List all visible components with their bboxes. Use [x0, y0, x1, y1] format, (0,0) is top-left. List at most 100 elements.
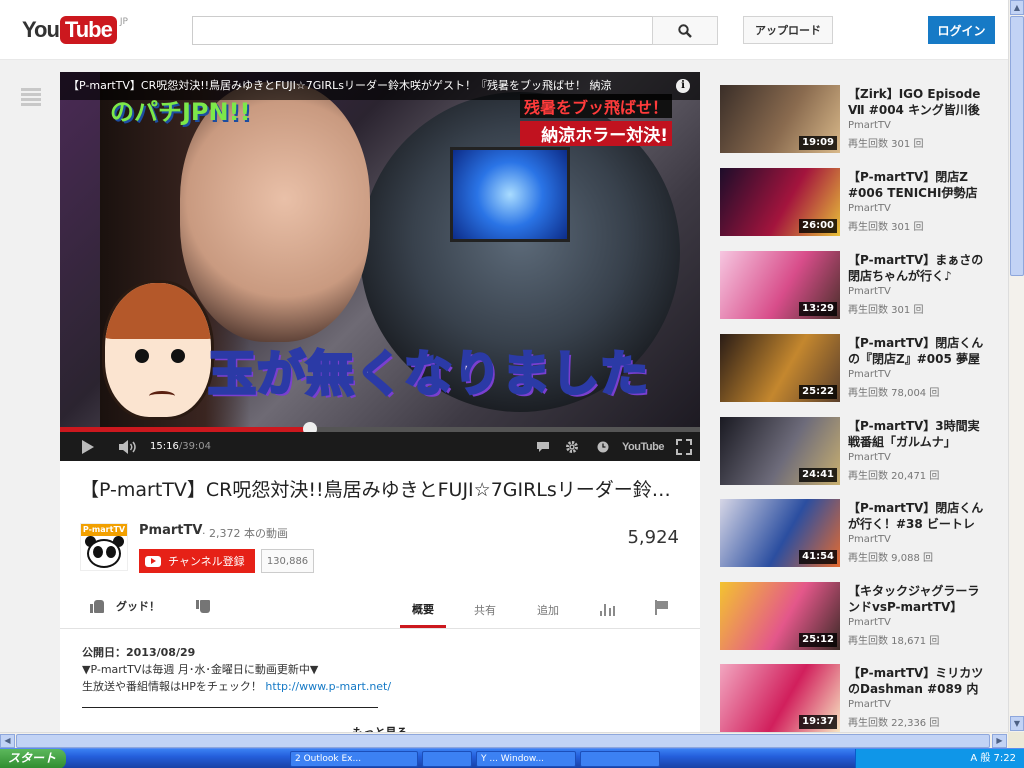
taskbar-item[interactable] — [422, 751, 472, 767]
frame-banner-bottom: 納涼ホラー対決! — [520, 121, 673, 146]
like-button[interactable]: グッド！ — [90, 598, 160, 614]
stats-icon[interactable] — [600, 602, 615, 616]
search-input[interactable] — [192, 16, 653, 45]
player-title-text[interactable]: 【P-martTV】CR呪怨対決!!鳥居みゆきとFUJI☆7GIRLsリーダー鈴… — [68, 79, 612, 92]
login-button[interactable]: ログイン — [928, 16, 995, 44]
related-video-item[interactable]: 24:41 【P-martTV】3時間実戦番組「ガルムナ」 PmartTV 再生… — [720, 417, 1000, 487]
search-icon — [678, 23, 692, 38]
related-thumbnail[interactable]: 41:54 — [720, 499, 840, 567]
related-channel: PmartTV — [848, 203, 891, 214]
related-thumbnail[interactable]: 19:37 — [720, 664, 840, 732]
taskbar-item[interactable]: 2 Outlook Ex... — [290, 751, 418, 767]
channel-video-count[interactable]: · 2,372 本の動画 — [202, 525, 288, 541]
volume-button[interactable] — [116, 432, 140, 461]
related-duration: 13:29 — [799, 302, 837, 316]
related-duration: 26:00 — [799, 219, 837, 233]
youtube-play-icon — [145, 555, 161, 567]
info-icon[interactable]: i — [676, 79, 690, 93]
channel-avatar[interactable]: P-martTV — [80, 523, 128, 571]
player-controls: 15:16 / 39:04 YouTube — [60, 432, 700, 461]
vertical-scrollbar[interactable]: ▲ ▼ — [1008, 0, 1024, 732]
start-button[interactable]: スタート — [0, 749, 66, 768]
current-time: 15:16 — [150, 441, 179, 452]
horizontal-scrollbar[interactable]: ◀ ▶ — [0, 732, 1008, 748]
tab-about[interactable]: 概要 — [400, 592, 446, 628]
related-video-item[interactable]: 19:37 【P-martTV】ミリカツのDashman #089 内 Pmar… — [720, 664, 1000, 734]
thumbs-up-icon — [90, 599, 104, 613]
horizontal-scroll-thumb[interactable] — [16, 734, 990, 748]
watch-later-button[interactable] — [594, 432, 612, 461]
video-player[interactable]: のパチJPN!! 残暑をブッ飛ばせ！ 納涼ホラー対決! 玉が無くなりました 【P… — [60, 72, 700, 461]
upload-button[interactable]: アップロード — [743, 16, 833, 44]
related-title[interactable]: 【P-martTV】3時間実戦番組「ガルムナ」 — [848, 418, 984, 450]
flag-icon[interactable] — [655, 600, 669, 615]
view-count: 5,924 — [627, 527, 679, 548]
duration: 39:04 — [182, 441, 212, 452]
channel-avatar-label: P-martTV — [81, 524, 127, 536]
taskbar-item[interactable]: Y ... Window... — [476, 751, 576, 767]
description-link[interactable]: http://www.p-mart.net/ — [265, 680, 391, 693]
related-thumbnail[interactable]: 24:41 — [720, 417, 840, 485]
related-video-item[interactable]: 25:22 【P-martTV】閉店くんの『閉店Z』#005 夢屋 PmartT… — [720, 334, 1000, 404]
related-channel: PmartTV — [848, 120, 891, 131]
scroll-right-arrow-icon[interactable]: ▶ — [992, 734, 1007, 748]
youtube-watermark-text: YouTube — [622, 440, 664, 453]
related-title[interactable]: 【P-martTV】閉店くんの『閉店Z』#005 夢屋 — [848, 335, 984, 367]
channel-name[interactable]: PmartTV — [139, 523, 202, 538]
youtube-watermark-button[interactable]: YouTube — [622, 432, 664, 461]
related-views: 再生回数 78,004 回 — [848, 388, 940, 399]
related-thumbnail[interactable]: 25:22 — [720, 334, 840, 402]
scroll-left-arrow-icon[interactable]: ◀ — [0, 734, 15, 748]
dislike-button[interactable] — [196, 600, 210, 614]
related-duration: 25:22 — [799, 385, 837, 399]
vertical-scroll-thumb[interactable] — [1010, 16, 1024, 276]
youtube-logo[interactable]: You Tube JP — [22, 16, 128, 44]
related-views: 再生回数 18,671 回 — [848, 636, 940, 647]
related-thumbnail[interactable]: 25:12 — [720, 582, 840, 650]
related-views: 再生回数 301 回 — [848, 305, 924, 316]
related-title[interactable]: 【P-martTV】まぁさの閉店ちゃんが行く♪ — [848, 252, 984, 284]
guide-menu-icon[interactable] — [21, 88, 41, 106]
captions-button[interactable] — [534, 432, 552, 461]
play-icon — [82, 439, 94, 454]
related-title[interactable]: 【キタックジャグラーランドvsP-martTV】 — [848, 583, 984, 615]
tab-share[interactable]: 共有 — [464, 592, 506, 628]
fullscreen-button[interactable] — [674, 432, 694, 461]
system-tray: A 般 7:22 — [855, 749, 1024, 768]
cartoon-face-image — [102, 280, 214, 420]
fullscreen-icon — [676, 438, 692, 455]
scroll-down-arrow-icon[interactable]: ▼ — [1010, 716, 1024, 731]
subscriber-count: 130,886 — [261, 549, 314, 573]
subscribe-button[interactable]: チャンネル登録 — [139, 549, 255, 573]
search-button[interactable] — [652, 16, 718, 45]
related-thumbnail[interactable]: 13:29 — [720, 251, 840, 319]
related-video-item[interactable]: 19:09 【Zirk】IGO Episode Ⅶ #004 キング皆川後編 P… — [720, 85, 1000, 155]
taskbar-item[interactable] — [580, 751, 660, 767]
video-title: 【P-martTV】CR呪怨対決!!鳥居みゆきとFUJI☆7GIRLsリーダー鈴… — [80, 479, 685, 501]
related-thumbnail[interactable]: 26:00 — [720, 168, 840, 236]
pachinko-screen-image — [450, 147, 570, 242]
related-title[interactable]: 【Zirk】IGO Episode Ⅶ #004 キング皆川後編 — [848, 86, 984, 118]
taskbar: スタート 2 Outlook Ex... Y ... Window... A 般… — [0, 748, 1024, 768]
player-title-overlay[interactable]: 【P-martTV】CR呪怨対決!!鳥居みゆきとFUJI☆7GIRLsリーダー鈴… — [60, 72, 700, 100]
description: 公開日：2013/08/29 ▼P-martTVは毎週 月･水･金曜日に動画更新… — [60, 628, 700, 748]
scroll-up-arrow-icon[interactable]: ▲ — [1010, 0, 1024, 15]
play-button[interactable] — [76, 432, 100, 461]
related-video-item[interactable]: 26:00 【P-martTV】閉店Z #006 TENICHI伊勢店 Pmar… — [720, 168, 1000, 238]
related-video-item[interactable]: 25:12 【キタックジャグラーランドvsP-martTV】 PmartTV 再… — [720, 582, 1000, 652]
related-title[interactable]: 【P-martTV】閉店Z #006 TENICHI伊勢店 — [848, 169, 984, 201]
related-thumbnail[interactable]: 19:09 — [720, 85, 840, 153]
related-channel: PmartTV — [848, 286, 891, 297]
related-channel: PmartTV — [848, 617, 891, 628]
related-duration: 24:41 — [799, 468, 837, 482]
logo-you-text: You — [22, 17, 60, 42]
time-display: 15:16 / 39:04 — [150, 432, 211, 461]
tab-add-to[interactable]: 追加 — [526, 592, 570, 628]
related-video-item[interactable]: 41:54 【P-martTV】閉店くんが行く！#38 ビートレ PmartTV… — [720, 499, 1000, 569]
video-frame[interactable]: のパチJPN!! 残暑をブッ飛ばせ！ 納涼ホラー対決! 玉が無くなりました — [60, 72, 700, 427]
published-date: 公開日：2013/08/29 — [82, 646, 196, 659]
related-video-item[interactable]: 13:29 【P-martTV】まぁさの閉店ちゃんが行く♪ PmartTV 再生… — [720, 251, 1000, 321]
related-title[interactable]: 【P-martTV】ミリカツのDashman #089 内 — [848, 665, 984, 697]
settings-button[interactable] — [563, 432, 581, 461]
related-title[interactable]: 【P-martTV】閉店くんが行く！#38 ビートレ — [848, 500, 984, 532]
